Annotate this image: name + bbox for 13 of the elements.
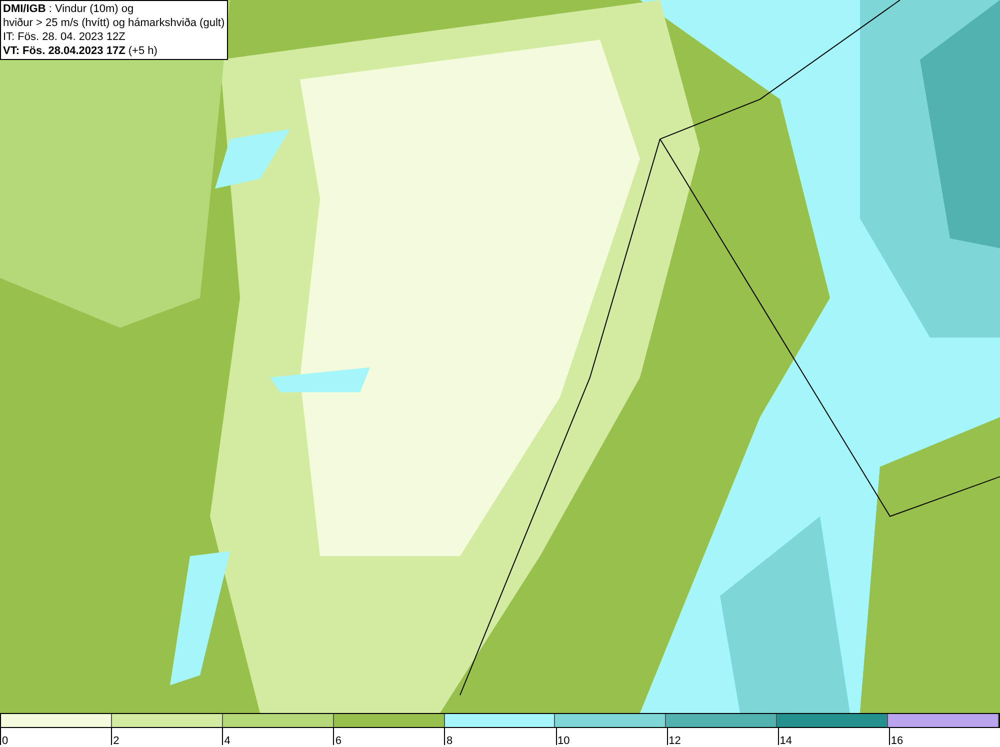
scale-label: 16 [890, 735, 904, 747]
legend-text: DMI/IGB : Vindur (10m) og [3, 2, 135, 16]
scale-label: 10 [558, 735, 570, 747]
legend-text: VT: Fös. 28.04.2023 17Z (+5 h) [3, 44, 158, 58]
scale-label: 6 [335, 735, 342, 747]
scale-label: 14 [780, 735, 792, 747]
legend-text: hviður > 25 m/s (hvítt) og hámarkshviða (gult) [3, 16, 225, 30]
scale-label: 2 [113, 735, 120, 747]
legend-text: IT: Fös. 28. 04. 2023 12Z [3, 30, 126, 44]
scale-label: 4 [224, 735, 230, 747]
scale-label: 0 [2, 735, 8, 747]
scale-label: 8 [446, 735, 453, 747]
scale-label: 12 [668, 735, 681, 747]
